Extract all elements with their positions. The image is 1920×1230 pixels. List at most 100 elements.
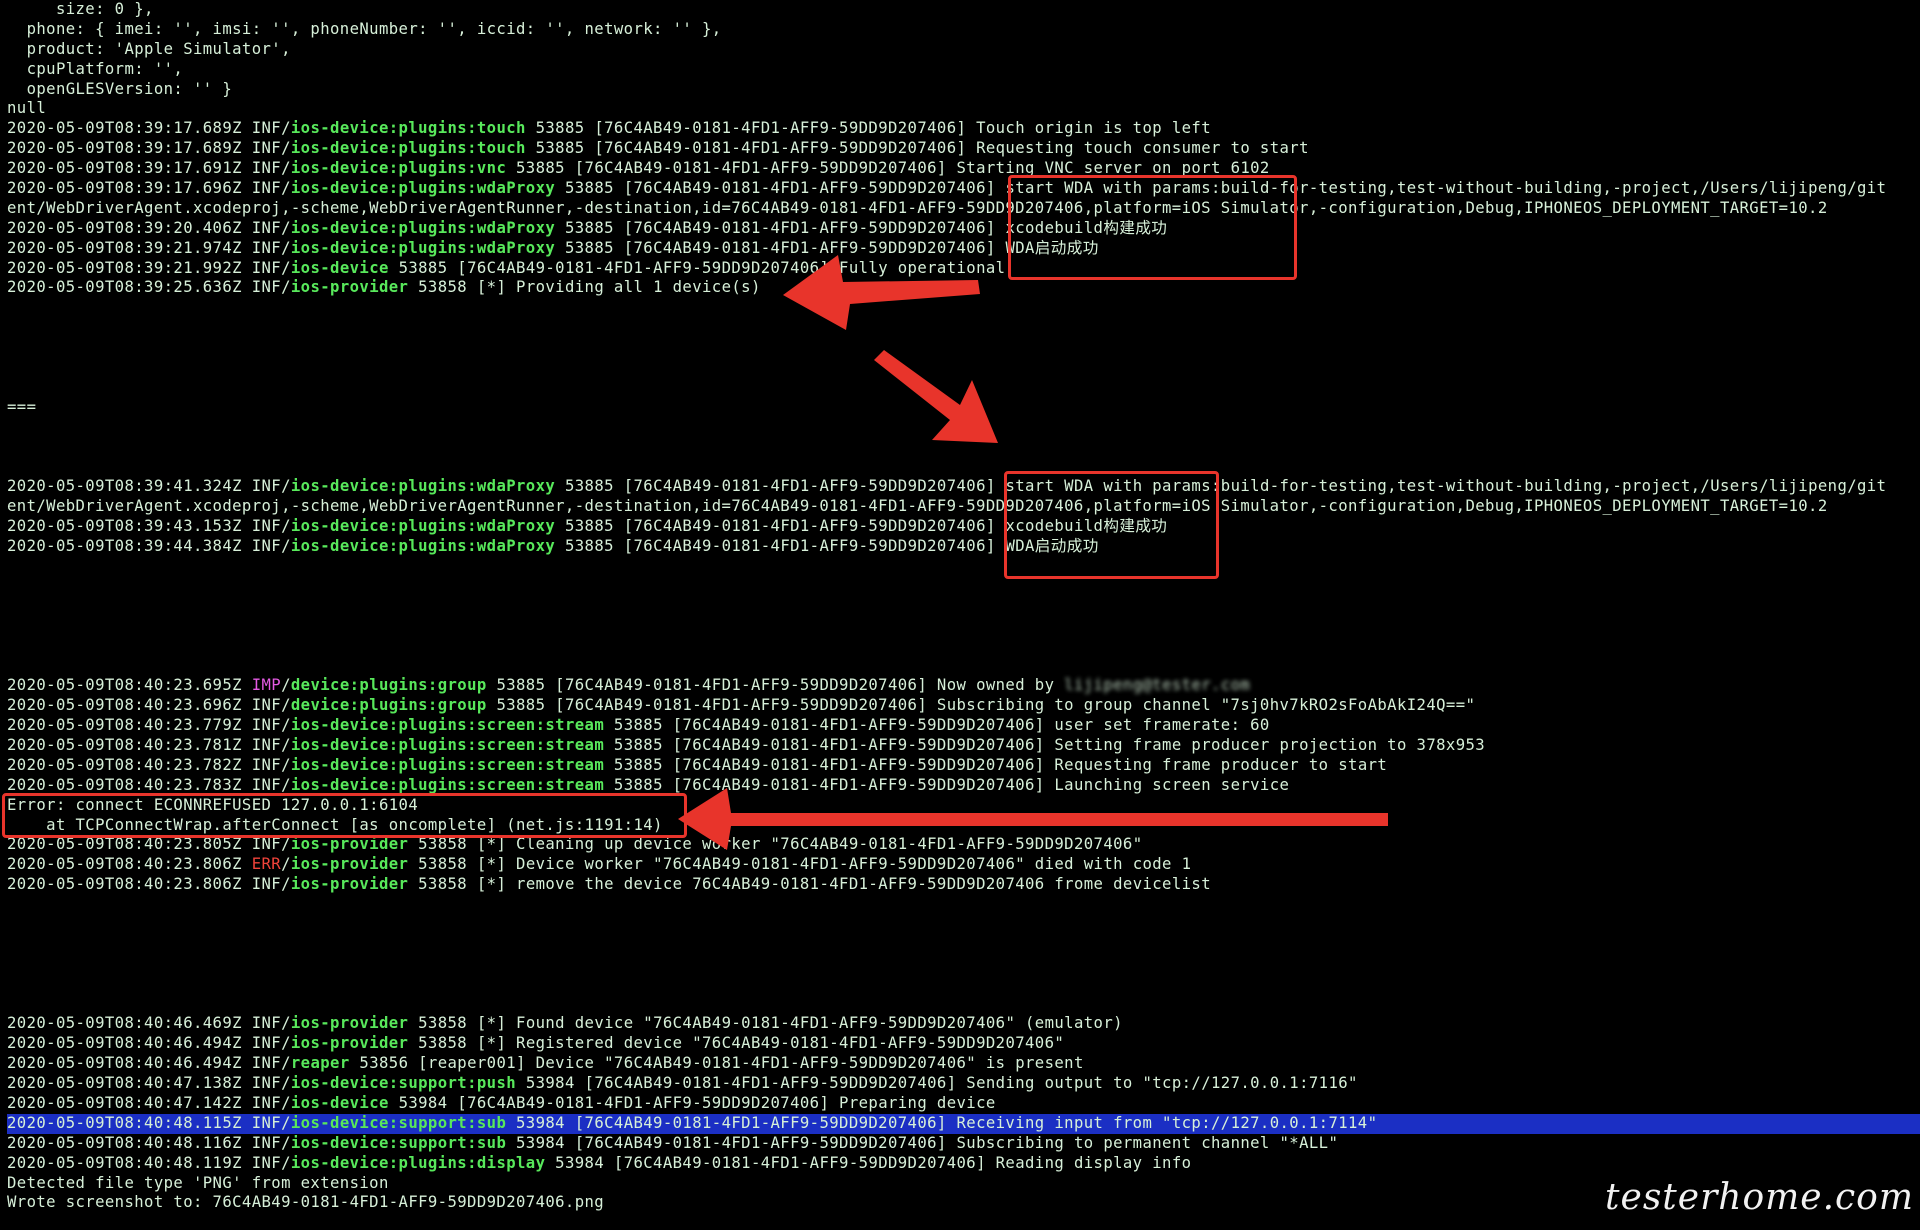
log-message: 53984 [76C4AB49-0181-4FD1-AFF9-59DD9D207… <box>388 1093 996 1112</box>
log-line[interactable] <box>7 656 1920 676</box>
log-line[interactable] <box>7 577 1920 597</box>
log-line[interactable] <box>7 438 1920 458</box>
log-timestamp: 2020-05-09T08:39:41.324Z <box>7 477 242 496</box>
log-line[interactable]: Error: connect ECONNREFUSED 127.0.0.1:61… <box>7 796 1920 816</box>
log-timestamp: 2020-05-09T08:40:48.119Z <box>7 1153 242 1172</box>
log-line[interactable]: 2020-05-09T08:40:23.781Z INF/ios-device:… <box>7 736 1920 756</box>
log-text: cpuPlatform: '', <box>7 59 184 78</box>
log-line[interactable]: size: 0 }, <box>7 0 1920 20</box>
log-line[interactable]: openGLESVersion: '' } <box>7 80 1920 100</box>
log-line[interactable]: 2020-05-09T08:40:48.116Z INF/ios-device:… <box>7 1134 1920 1154</box>
log-line[interactable] <box>7 955 1920 975</box>
log-line[interactable] <box>7 995 1920 1015</box>
log-line[interactable]: product: 'Apple Simulator', <box>7 40 1920 60</box>
log-line[interactable] <box>7 457 1920 477</box>
log-tag: ios-device:plugins:wdaProxy <box>290 238 556 257</box>
log-tag: ios-device:support:sub <box>290 1133 507 1152</box>
log-line[interactable]: ent/WebDriverAgent.xcodeproj,-scheme,Web… <box>7 199 1920 219</box>
watermark-logo: testerhome.com <box>1605 1177 1914 1218</box>
log-line[interactable] <box>7 617 1920 637</box>
log-line[interactable]: 2020-05-09T08:40:48.119Z INF/ios-device:… <box>7 1154 1920 1174</box>
log-line[interactable]: 2020-05-09T08:39:17.689Z INF/ios-device:… <box>7 119 1920 139</box>
log-line[interactable] <box>7 318 1920 338</box>
log-line[interactable]: 2020-05-09T08:39:21.974Z INF/ios-device:… <box>7 239 1920 259</box>
log-level: INF <box>251 875 282 894</box>
log-line[interactable] <box>7 975 1920 995</box>
log-level: INF <box>251 218 282 237</box>
log-line[interactable]: 2020-05-09T08:40:46.494Z INF/reaper 5385… <box>7 1054 1920 1074</box>
log-level: INF <box>251 1054 282 1073</box>
log-line[interactable]: 2020-05-09T08:40:47.142Z INF/ios-device … <box>7 1094 1920 1114</box>
log-level: INF <box>251 119 282 138</box>
log-line[interactable]: phone: { imei: '', imsi: '', phoneNumber… <box>7 20 1920 40</box>
log-message: 53885 [76C4AB49-0181-4FD1-AFF9-59DD9D207… <box>486 676 1065 695</box>
log-timestamp: 2020-05-09T08:40:23.783Z <box>7 775 242 794</box>
log-line[interactable]: 2020-05-09T08:40:23.783Z INF/ios-device:… <box>7 776 1920 796</box>
log-line[interactable]: at TCPConnectWrap.afterConnect [as oncom… <box>7 816 1920 836</box>
log-line[interactable]: 2020-05-09T08:39:17.691Z INF/ios-device:… <box>7 159 1920 179</box>
log-line[interactable] <box>7 895 1920 915</box>
log-timestamp: 2020-05-09T08:40:46.494Z <box>7 1034 242 1053</box>
log-line[interactable]: 2020-05-09T08:40:23.782Z INF/ios-device:… <box>7 756 1920 776</box>
log-tag: ios-device:plugins:wdaProxy <box>290 218 556 237</box>
log-timestamp: 2020-05-09T08:39:20.406Z <box>7 218 242 237</box>
log-message: 53856 [reaper001] Device "76C4AB49-0181-… <box>349 1054 1084 1073</box>
log-message: 53885 [76C4AB49-0181-4FD1-AFF9-59DD9D207… <box>604 755 1388 774</box>
log-level: ERR <box>251 855 282 874</box>
log-line[interactable]: null <box>7 99 1920 119</box>
log-line[interactable] <box>7 597 1920 617</box>
log-tag: reaper <box>290 1054 350 1073</box>
log-line[interactable]: 2020-05-09T08:40:23.779Z INF/ios-device:… <box>7 716 1920 736</box>
log-tag: ios-provider <box>290 855 409 874</box>
log-line[interactable]: === <box>7 398 1920 418</box>
log-line[interactable]: 2020-05-09T08:40:47.138Z INF/ios-device:… <box>7 1074 1920 1094</box>
log-line[interactable]: 2020-05-09T08:39:41.324Z INF/ios-device:… <box>7 477 1920 497</box>
log-line[interactable]: 2020-05-09T08:40:23.805Z INF/ios-provide… <box>7 835 1920 855</box>
log-line[interactable] <box>7 935 1920 955</box>
log-line[interactable]: ent/WebDriverAgent.xcodeproj,-scheme,Web… <box>7 497 1920 517</box>
log-line[interactable]: 2020-05-09T08:39:25.636Z INF/ios-provide… <box>7 278 1920 298</box>
log-line[interactable]: 2020-05-09T08:40:46.469Z INF/ios-provide… <box>7 1014 1920 1034</box>
log-line[interactable] <box>7 557 1920 577</box>
log-text: openGLESVersion: '' } <box>7 79 233 98</box>
log-text: Error: connect ECONNREFUSED 127.0.0.1:61… <box>7 795 419 814</box>
log-line[interactable] <box>7 298 1920 318</box>
log-line-selected[interactable]: 2020-05-09T08:40:48.115Z INF/ios-device:… <box>7 1113 1920 1134</box>
log-line[interactable] <box>7 358 1920 378</box>
log-level: INF <box>251 159 282 178</box>
log-timestamp: 2020-05-09T08:39:25.636Z <box>7 278 242 297</box>
terminal-output[interactable]: size: 0 }, phone: { imei: '', imsi: '', … <box>7 0 1920 1230</box>
log-timestamp: 2020-05-09T08:39:44.384Z <box>7 537 242 556</box>
log-line[interactable]: 2020-05-09T08:39:20.406Z INF/ios-device:… <box>7 219 1920 239</box>
log-line[interactable]: 2020-05-09T08:39:44.384Z INF/ios-device:… <box>7 537 1920 557</box>
log-text: ent/WebDriverAgent.xcodeproj,-scheme,Web… <box>7 497 1828 516</box>
log-timestamp: 2020-05-09T08:40:46.469Z <box>7 1014 242 1033</box>
log-tag: ios-device <box>290 258 389 277</box>
log-message: 53885 [76C4AB49-0181-4FD1-AFF9-59DD9D207… <box>555 517 1168 536</box>
log-message: 53885 [76C4AB49-0181-4FD1-AFF9-59DD9D207… <box>388 258 1006 277</box>
log-level: INF <box>251 696 282 715</box>
log-line[interactable]: 2020-05-09T08:40:23.696Z INF/device:plug… <box>7 696 1920 716</box>
log-line[interactable]: 2020-05-09T08:39:17.689Z INF/ios-device:… <box>7 139 1920 159</box>
log-line[interactable]: 2020-05-09T08:39:21.992Z INF/ios-device … <box>7 259 1920 279</box>
redacted-user: lijipeng@tester.com <box>1064 676 1251 695</box>
log-line[interactable]: 2020-05-09T08:40:23.806Z ERR/ios-provide… <box>7 855 1920 875</box>
log-line[interactable] <box>7 915 1920 935</box>
log-line[interactable]: 2020-05-09T08:39:17.696Z INF/ios-device:… <box>7 179 1920 199</box>
log-level: INF <box>251 735 282 754</box>
log-line[interactable]: 2020-05-09T08:40:46.494Z INF/ios-provide… <box>7 1034 1920 1054</box>
log-text: Detected file type 'PNG' from extension <box>7 1173 389 1192</box>
log-message: 53885 [76C4AB49-0181-4FD1-AFF9-59DD9D207… <box>486 696 1476 715</box>
log-line[interactable] <box>7 338 1920 358</box>
log-line[interactable]: 2020-05-09T08:39:43.153Z INF/ios-device:… <box>7 517 1920 537</box>
log-line[interactable]: 2020-05-09T08:40:23.695Z IMP/device:plug… <box>7 676 1920 696</box>
log-tag: ios-device:plugins:touch <box>290 119 526 138</box>
log-line[interactable] <box>7 418 1920 438</box>
log-level: INF <box>251 1113 282 1132</box>
log-line[interactable] <box>7 378 1920 398</box>
log-line[interactable]: 2020-05-09T08:40:23.806Z INF/ios-provide… <box>7 875 1920 895</box>
log-timestamp: 2020-05-09T08:40:48.115Z <box>7 1113 242 1132</box>
log-timestamp: 2020-05-09T08:40:48.116Z <box>7 1133 242 1152</box>
log-line[interactable] <box>7 637 1920 657</box>
log-line[interactable]: cpuPlatform: '', <box>7 60 1920 80</box>
